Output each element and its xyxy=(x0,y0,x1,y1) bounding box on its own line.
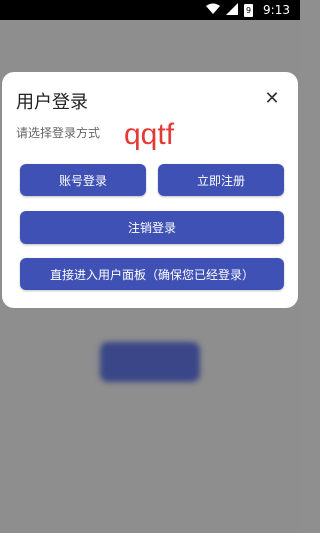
watermark-text: qqtf xyxy=(124,118,175,151)
account-login-button[interactable]: 账号登录 xyxy=(20,164,146,196)
dialog-subtitle: 请选择登录方式 xyxy=(16,126,101,140)
register-button[interactable]: 立即注册 xyxy=(158,164,284,196)
dialog-title: 用户登录 xyxy=(16,92,88,113)
enter-user-panel-button[interactable]: 直接进入用户面板（确保您已经登录） xyxy=(20,258,284,290)
close-icon[interactable]: ✕ xyxy=(262,88,282,109)
battery-level: 9 xyxy=(246,5,252,15)
status-icons: 9 9:13 xyxy=(206,2,290,18)
status-time: 9:13 xyxy=(263,3,290,17)
logout-button[interactable]: 注销登录 xyxy=(20,211,284,244)
signal-icon xyxy=(226,2,239,18)
background-button xyxy=(100,342,200,382)
battery-icon: 9 xyxy=(244,3,254,17)
status-bar: 9 9:13 xyxy=(0,0,300,20)
login-dialog: 用户登录 ✕ 请选择登录方式 qqtf 账号登录 立即注册 注销登录 直接进入用… xyxy=(2,72,298,308)
wifi-icon xyxy=(206,3,221,18)
